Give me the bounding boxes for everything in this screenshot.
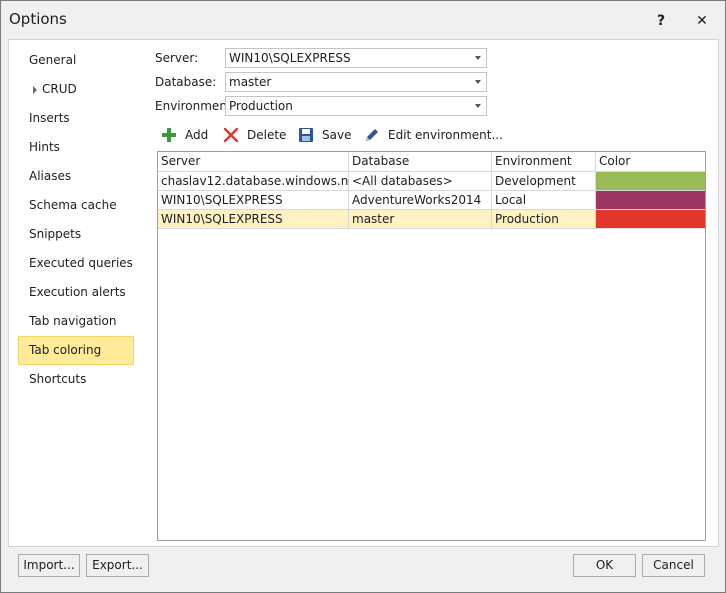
column-header-color[interactable]: Color [596, 152, 705, 172]
edit-environment-label: Edit environment... [388, 128, 503, 142]
nav-item-execution-alerts[interactable]: Execution alerts [18, 278, 134, 307]
delete-button[interactable]: Delete [223, 125, 287, 145]
help-button[interactable]: ? [651, 11, 671, 31]
floppy-disk-icon [299, 128, 313, 142]
table-row-selected[interactable]: WIN10\SQLEXPRESS master Production [158, 210, 705, 229]
delete-x-icon [223, 127, 239, 143]
nav-item-crud[interactable]: CRUD [18, 75, 134, 104]
server-label: Server: [155, 51, 199, 65]
cell-database: master [349, 210, 492, 228]
title-bar: Options ? ✕ [1, 1, 725, 39]
cell-environment: Development [492, 172, 596, 190]
chevron-down-icon[interactable] [475, 56, 481, 60]
nav-item-tab-navigation[interactable]: Tab navigation [18, 307, 134, 336]
nav-item-hints[interactable]: Hints [18, 133, 134, 162]
database-label: Database: [155, 75, 217, 89]
options-content: General CRUD Inserts Hints Aliases Schem… [8, 39, 719, 547]
cell-environment: Production [492, 210, 596, 228]
nav-item-label: Tab navigation [29, 314, 117, 328]
nav-item-executed-queries[interactable]: Executed queries [18, 249, 134, 278]
save-label: Save [322, 128, 352, 142]
nav-item-label: Hints [29, 140, 60, 154]
cancel-button[interactable]: Cancel [642, 554, 705, 577]
nav-item-inserts[interactable]: Inserts [18, 104, 134, 133]
environments-grid: Server Database Environment Color chasla… [157, 151, 706, 541]
database-combo[interactable]: master [225, 72, 487, 92]
environment-label: Environment: [155, 99, 236, 113]
nav-item-shortcuts[interactable]: Shortcuts [18, 365, 134, 394]
close-button[interactable]: ✕ [692, 11, 712, 31]
column-header-environment[interactable]: Environment [492, 152, 596, 172]
environment-value: Production [229, 99, 293, 113]
options-nav: General CRUD Inserts Hints Aliases Schem… [18, 46, 134, 394]
nav-item-label: Aliases [29, 169, 72, 183]
edit-environment-button[interactable]: Edit environment... [364, 125, 503, 145]
nav-item-aliases[interactable]: Aliases [18, 162, 134, 191]
export-button[interactable]: Export... [86, 554, 149, 577]
grid-header: Server Database Environment Color [158, 152, 705, 172]
nav-item-label: CRUD [42, 82, 77, 96]
delete-label: Delete [247, 128, 287, 142]
database-value: master [229, 75, 272, 89]
chevron-down-icon[interactable] [475, 80, 481, 84]
add-label: Add [185, 128, 209, 142]
table-row[interactable]: WIN10\SQLEXPRESS AdventureWorks2014 Loca… [158, 191, 705, 210]
nav-item-label: Execution alerts [29, 285, 126, 299]
nav-item-general[interactable]: General [18, 46, 134, 75]
table-row[interactable]: chaslav12.database.windows.net <All data… [158, 172, 705, 191]
expand-arrow-icon[interactable] [33, 86, 37, 94]
nav-item-tab-coloring[interactable]: Tab coloring [18, 336, 134, 365]
plus-icon [162, 128, 176, 142]
column-header-server[interactable]: Server [158, 152, 349, 172]
cell-environment: Local [492, 191, 596, 209]
nav-item-label: Shortcuts [29, 372, 87, 386]
options-dialog: Options ? ✕ General CRUD Inserts Hints A… [0, 0, 726, 593]
save-button[interactable]: Save [298, 125, 352, 145]
import-button[interactable]: Import... [18, 554, 80, 577]
nav-item-label: Tab coloring [29, 343, 102, 357]
nav-item-label: Snippets [29, 227, 82, 241]
nav-item-label: Schema cache [29, 198, 117, 212]
cell-database: <All databases> [349, 172, 492, 190]
pencil-icon [366, 129, 378, 141]
nav-item-snippets[interactable]: Snippets [18, 220, 134, 249]
nav-item-label: Inserts [29, 111, 70, 125]
cell-database: AdventureWorks2014 [349, 191, 492, 209]
server-value: WIN10\SQLEXPRESS [229, 51, 351, 65]
dialog-title: Options [9, 10, 67, 28]
ok-button[interactable]: OK [573, 554, 636, 577]
cell-server: WIN10\SQLEXPRESS [158, 191, 349, 209]
cell-server: WIN10\SQLEXPRESS [158, 210, 349, 228]
server-combo[interactable]: WIN10\SQLEXPRESS [225, 48, 487, 68]
environment-combo[interactable]: Production [225, 96, 487, 116]
column-header-database[interactable]: Database [349, 152, 492, 172]
nav-item-schema-cache[interactable]: Schema cache [18, 191, 134, 220]
add-button[interactable]: Add [161, 125, 209, 145]
nav-item-label: General [29, 53, 77, 67]
color-swatch[interactable] [596, 210, 705, 228]
cell-server: chaslav12.database.windows.net [158, 172, 349, 190]
nav-item-label: Executed queries [29, 256, 133, 270]
color-swatch[interactable] [596, 191, 705, 209]
color-swatch[interactable] [596, 172, 705, 190]
chevron-down-icon[interactable] [475, 104, 481, 108]
